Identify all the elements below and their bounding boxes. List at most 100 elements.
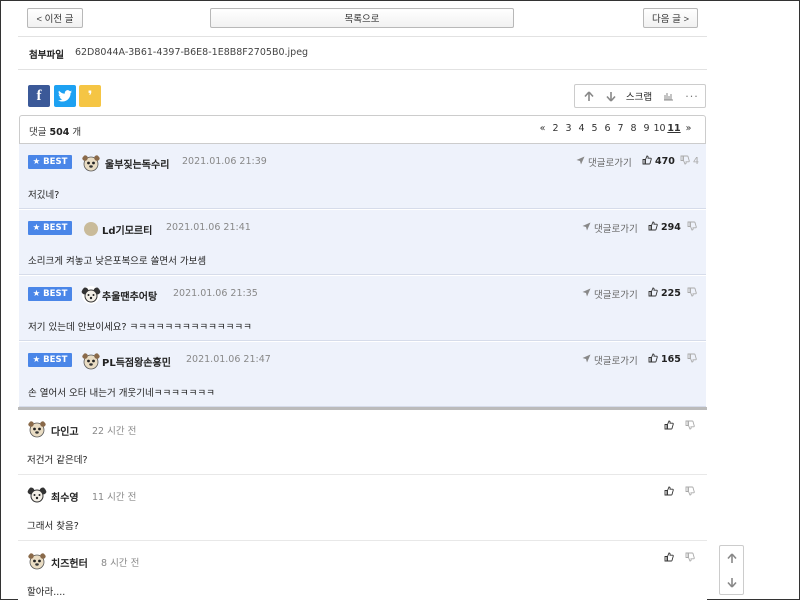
pager-page[interactable]: 2	[549, 123, 562, 134]
prev-post-button[interactable]: < 이전 글	[27, 8, 83, 28]
avatar[interactable]	[81, 219, 101, 239]
comment-text: 저건거 같은데?	[27, 455, 88, 466]
dislike-button[interactable]	[687, 287, 697, 300]
comment-date: 8 시간 전	[101, 558, 140, 569]
reply-label: 댓글로가기	[594, 290, 638, 301]
goto-reply-button[interactable]: 댓글로가기	[582, 287, 638, 301]
avatar[interactable]	[27, 551, 47, 571]
goto-reply-button[interactable]: 댓글로가기	[582, 221, 638, 235]
like-button[interactable]	[664, 552, 674, 565]
facebook-icon: f	[36, 87, 42, 104]
avatar[interactable]	[81, 153, 101, 173]
post-toolbox: 스크랩 ···	[574, 84, 706, 108]
scroll-top-button[interactable]	[720, 546, 743, 570]
thumbs-up-icon	[648, 353, 658, 366]
pager-page[interactable]: 7	[614, 123, 627, 134]
like-button[interactable]: 165	[648, 353, 681, 366]
post-footer: < 이전 글 목록으로 다음 글 > 첨부파일 62D8044A-3B61-43…	[18, 1, 707, 600]
avatar[interactable]	[81, 285, 101, 305]
avatar[interactable]	[27, 485, 47, 505]
arrow-up-icon	[726, 552, 737, 563]
more-button[interactable]: ···	[680, 85, 704, 107]
dislike-button[interactable]	[685, 420, 695, 433]
thumbs-up-icon	[664, 420, 674, 433]
dislike-button[interactable]	[687, 221, 697, 234]
comment-text: 할아라....	[27, 587, 66, 598]
pager-page[interactable]: 10	[653, 123, 666, 134]
kakao-share-button[interactable]: ❜	[79, 85, 101, 107]
comment-author[interactable]: Ld기모르티	[102, 222, 152, 237]
dislike-button[interactable]	[685, 552, 695, 565]
pager-page[interactable]: 9	[640, 123, 653, 134]
pager-prev[interactable]: «	[536, 123, 549, 134]
thumbs-down-icon	[685, 486, 695, 499]
pager-page[interactable]: 3	[562, 123, 575, 134]
downvote-button[interactable]	[600, 85, 622, 107]
comment-text: 그래서 찾음?	[27, 521, 79, 532]
like-button[interactable]	[664, 420, 674, 433]
thumbs-up-icon	[642, 155, 652, 168]
bar-chart-icon	[663, 92, 673, 100]
attachment-filename[interactable]: 62D8044A-3B61-4397-B6E8-1E8B8F2705B0.jpe…	[75, 47, 308, 61]
facebook-share-button[interactable]: f	[28, 85, 50, 107]
dislike-button[interactable]	[687, 353, 697, 366]
scroll-bottom-button[interactable]	[720, 570, 743, 594]
comment-author[interactable]: 다인고	[51, 423, 79, 438]
reply-arrow-icon	[576, 156, 585, 168]
thumbs-up-icon	[664, 552, 674, 565]
pager-current[interactable]: 11	[666, 123, 682, 134]
next-post-button[interactable]: 다음 글 >	[643, 8, 698, 28]
comment-date: 2021.01.06 21:39	[182, 156, 267, 167]
pager-page[interactable]: 8	[627, 123, 640, 134]
twitter-icon	[58, 90, 72, 102]
thumbs-down-icon	[687, 353, 697, 366]
thumbs-down-icon	[680, 155, 690, 168]
reply-arrow-icon	[582, 222, 591, 234]
comment-author[interactable]: 추울땐추어탕	[102, 288, 157, 303]
comment-author[interactable]: 치즈헌터	[51, 555, 88, 570]
comment-author[interactable]: PL득점왕손흥민	[102, 354, 171, 369]
reply-label: 댓글로가기	[594, 224, 638, 235]
thumbs-up-icon	[648, 287, 658, 300]
like-count: 294	[661, 222, 681, 233]
comment-date: 22 시간 전	[92, 426, 137, 437]
reply-label: 댓글로가기	[594, 356, 638, 367]
comment-author[interactable]: 울부짖는독수리	[105, 156, 169, 171]
pager-next[interactable]: »	[682, 123, 695, 134]
dislike-button[interactable]	[685, 486, 695, 499]
best-comment: ★ BEST 울부짖는독수리 2021.01.06 21:39 댓글로가기 470 4 저깄…	[19, 144, 706, 209]
thumbs-down-icon	[685, 552, 695, 565]
like-button[interactable]	[664, 486, 674, 499]
thumbs-down-icon	[685, 420, 695, 433]
goto-reply-button[interactable]: 댓글로가기	[576, 155, 632, 169]
avatar[interactable]	[27, 419, 47, 439]
best-comment: ★ BEST Ld기모르티 2021.01.06 21:41 댓글로가기 294 소리크게…	[19, 210, 706, 275]
comment-header: 댓글 504 개 «2 3 4 5 6 7 8 9 10 11»	[19, 115, 706, 144]
pager-page[interactable]: 4	[575, 123, 588, 134]
thumbs-down-icon	[687, 287, 697, 300]
goto-reply-button[interactable]: 댓글로가기	[582, 353, 638, 367]
comment-text: 저깄네?	[28, 190, 60, 201]
like-button[interactable]: 225	[648, 287, 681, 300]
dislike-button[interactable]: 4	[680, 155, 699, 168]
dislike-count: 4	[693, 156, 700, 167]
list-button[interactable]: 목록으로	[210, 8, 514, 28]
stats-button[interactable]	[656, 85, 680, 107]
like-button[interactable]: 294	[648, 221, 681, 234]
best-badge: ★ BEST	[28, 353, 72, 367]
pager-page[interactable]: 6	[601, 123, 614, 134]
best-badge: ★ BEST	[28, 287, 72, 301]
twitter-share-button[interactable]	[54, 85, 76, 107]
comment-text: 소리크게 켜놓고 낮은포복으로 쏠면서 가보셈	[28, 256, 207, 267]
attachment-label: 첨부파일	[29, 50, 64, 61]
comment-date: 11 시간 전	[92, 492, 137, 503]
reply-label: 댓글로가기	[588, 158, 632, 169]
comment: 치즈헌터 8 시간 전할아라....	[18, 542, 707, 600]
comment-author[interactable]: 최수영	[51, 489, 79, 504]
pager-page[interactable]: 5	[588, 123, 601, 134]
scrap-button[interactable]: 스크랩	[622, 85, 656, 107]
avatar[interactable]	[81, 351, 101, 371]
arrow-down-icon	[606, 91, 616, 102]
upvote-button[interactable]	[578, 85, 600, 107]
like-button[interactable]: 470	[642, 155, 675, 168]
